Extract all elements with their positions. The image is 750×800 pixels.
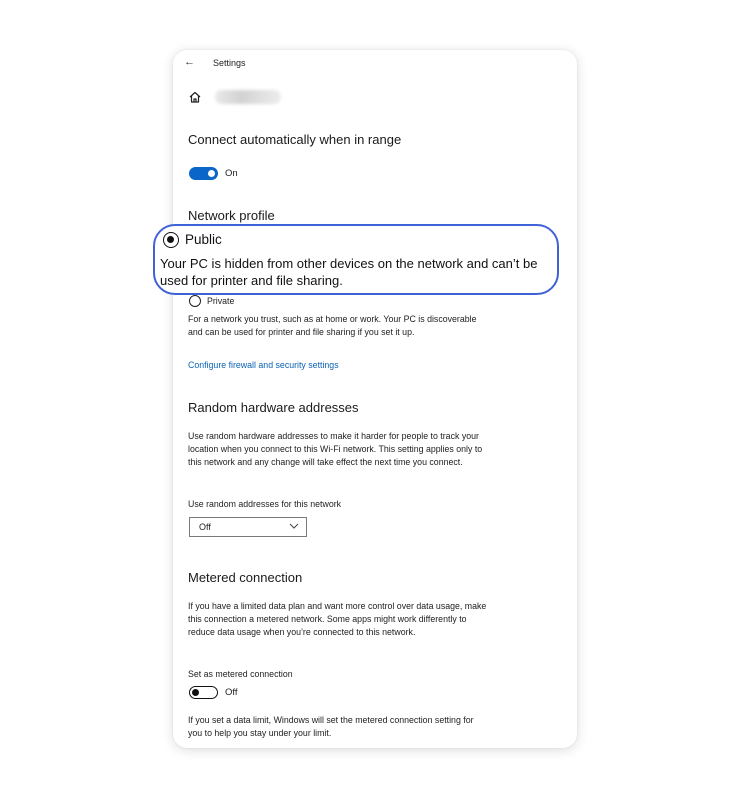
back-arrow-icon[interactable]: ← xyxy=(184,56,195,68)
random-hw-description: Use random hardware addresses to make it… xyxy=(188,431,483,467)
connect-auto-toggle[interactable] xyxy=(189,167,218,180)
metered-description: If you have a limited data plan and want… xyxy=(188,601,487,637)
public-profile-highlight: Public Your PC is hidden from other devi… xyxy=(153,224,559,295)
private-description: For a network you trust, such as at home… xyxy=(188,314,477,337)
public-radio[interactable] xyxy=(163,232,179,248)
random-address-dropdown[interactable]: Off xyxy=(189,517,307,537)
dropdown-value: Off xyxy=(199,522,211,532)
random-address-select-label: Use random addresses for this network xyxy=(188,499,342,509)
settings-window: ← Settings Connect automatically when in… xyxy=(173,50,577,748)
chevron-down-icon xyxy=(289,523,299,529)
network-profile-heading: Network profile xyxy=(188,208,275,223)
connect-heading: Connect automatically when in range xyxy=(188,132,402,147)
connect-toggle-label: On xyxy=(225,168,238,179)
random-hw-heading: Random hardware addresses xyxy=(188,400,359,415)
window-title: Settings xyxy=(213,58,246,68)
metered-toggle-heading: Set as metered connection xyxy=(188,669,293,679)
public-description: Your PC is hidden from other devices on … xyxy=(160,256,538,288)
public-label: Public xyxy=(185,232,222,247)
configure-firewall-link[interactable]: Configure firewall and security settings xyxy=(188,360,339,370)
metered-footer-text: If you set a data limit, Windows will se… xyxy=(188,715,474,738)
metered-heading: Metered connection xyxy=(188,570,303,585)
metered-toggle-label: Off xyxy=(225,687,238,698)
private-radio[interactable] xyxy=(189,295,201,307)
private-label: Private xyxy=(207,296,235,306)
metered-toggle[interactable] xyxy=(189,686,218,699)
network-name-blurred xyxy=(215,90,281,104)
home-icon[interactable] xyxy=(188,90,202,104)
